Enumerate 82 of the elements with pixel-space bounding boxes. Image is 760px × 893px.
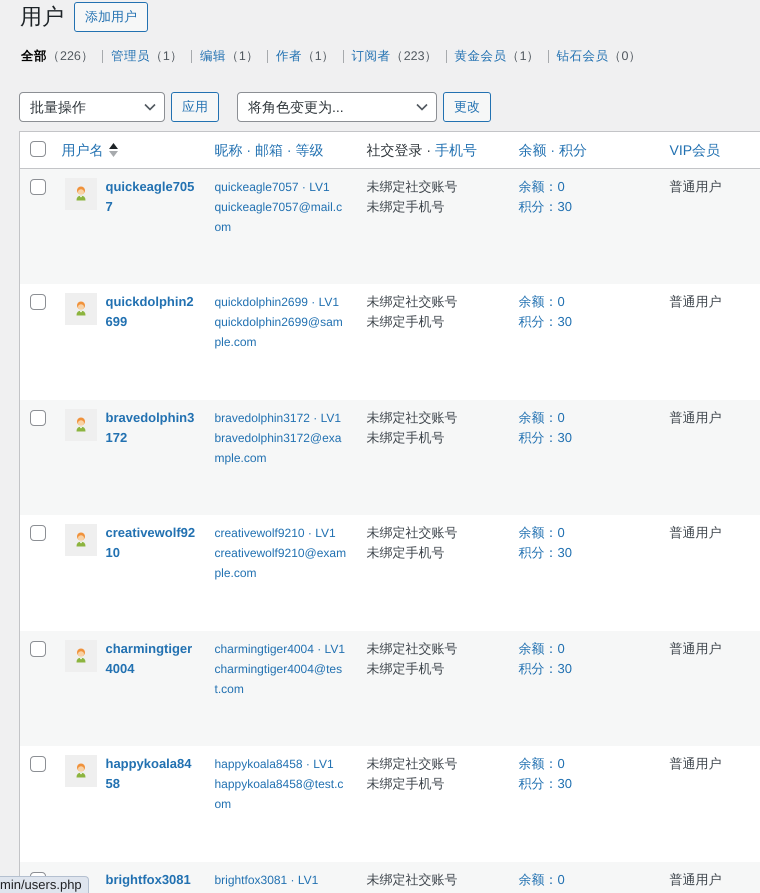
filter-link[interactable]: 黄金会员（1） <box>454 46 540 66</box>
filter-link[interactable]: 全部（226） <box>21 46 94 66</box>
binding-status-text: 未绑定手机号 <box>366 428 446 446</box>
balance-points-link[interactable]: 积分：30 <box>518 774 650 794</box>
binding-status-text: 未绑定社交账号 <box>366 293 458 311</box>
binding-status-text: 未绑定社交账号 <box>366 178 458 196</box>
link-preview-tooltip: min/users.php <box>0 876 89 893</box>
nickname-level-link[interactable]: happykoala8458 · LV1 <box>214 754 348 774</box>
email-link[interactable]: creativewolf9210@example.com <box>214 543 348 583</box>
binding-status-text: 未绑定社交账号 <box>366 524 458 542</box>
balance-points-link[interactable]: 余额：0 <box>518 177 650 197</box>
binding-status-text: 未绑定手机号 <box>366 775 446 793</box>
balance-points-link[interactable]: 积分：30 <box>518 312 650 332</box>
binding-status-text: 未绑定手机号 <box>366 313 446 331</box>
bulk-actions-dropdown[interactable]: 批量操作 <box>19 92 165 122</box>
page-title: 用户 <box>20 3 64 31</box>
email-link[interactable]: charmingtiger4004@test.com <box>214 658 348 698</box>
vip-level-text: 普通用户 <box>670 410 722 424</box>
binding-status-text: 未绑定社交账号 <box>366 408 458 426</box>
balance-points-link[interactable]: 余额：0 <box>518 870 650 890</box>
add-user-button[interactable]: 添加用户 <box>74 2 148 32</box>
binding-status-text: 未绑定手机号 <box>366 660 446 678</box>
chevron-down-icon <box>144 103 156 111</box>
change-role-dropdown[interactable]: 将角色变更为... <box>237 92 437 122</box>
balance-points-link[interactable]: 积分：30 <box>518 197 650 217</box>
username-link[interactable]: quickeagle7057 <box>106 177 198 217</box>
binding-status-text: 未绑定社交账号 <box>366 640 458 658</box>
row-checkbox[interactable] <box>30 294 46 310</box>
column-sort-link[interactable]: VIP会员 <box>670 140 720 160</box>
binding-status-text: 未绑定手机号 <box>366 198 446 216</box>
vip-level-text: 普通用户 <box>670 179 722 194</box>
balance-points-link[interactable]: 余额：0 <box>518 638 650 658</box>
binding-status-text: 未绑定社交账号 <box>366 870 458 888</box>
nickname-level-link[interactable]: quickeagle7057 · LV1 <box>214 177 348 197</box>
username-link[interactable]: bravedolphin3172 <box>106 408 198 448</box>
apply-button[interactable]: 应用 <box>171 92 219 122</box>
column-sort-link[interactable]: 昵称 · 邮箱 · 等级 <box>214 140 324 160</box>
balance-points-link[interactable]: 积分：30 <box>518 543 650 563</box>
column-sort-link[interactable]: 手机号 <box>434 140 477 160</box>
nickname-level-link[interactable]: quickdolphin2699 · LV1 <box>214 292 348 312</box>
balance-points-link[interactable]: 余额：0 <box>518 523 650 543</box>
nickname-level-link[interactable]: brightfox3081 · LV1 <box>214 870 348 890</box>
filter-link[interactable]: 订阅者（223） <box>352 46 438 66</box>
filter-link[interactable]: 作者（1） <box>276 46 335 66</box>
filter-link[interactable]: 管理员（1） <box>110 46 183 66</box>
email-link[interactable]: quickdolphin2699@sample.com <box>214 312 348 352</box>
row-checkbox[interactable] <box>30 756 46 772</box>
vip-level-text: 普通用户 <box>670 756 722 771</box>
filter-link[interactable]: 钻石会员（0） <box>556 46 642 66</box>
binding-status-text: 未绑定手机号 <box>366 544 446 562</box>
nickname-level-link[interactable]: creativewolf9210 · LV1 <box>214 523 348 543</box>
row-checkbox[interactable] <box>30 179 46 195</box>
email-link[interactable]: happykoala8458@test.com <box>214 774 348 814</box>
balance-points-link[interactable]: 积分：30 <box>518 658 650 678</box>
balance-points-link[interactable]: 余额：0 <box>518 754 650 774</box>
row-checkbox[interactable] <box>30 410 46 426</box>
username-link[interactable]: quickdolphin2699 <box>106 292 198 332</box>
column-sort-link[interactable]: 余额 · 积分 <box>518 140 587 160</box>
vip-level-text: 普通用户 <box>670 294 722 309</box>
balance-points-link[interactable]: 积分：30 <box>518 428 650 448</box>
email-link[interactable]: quickeagle7057@mail.com <box>214 197 348 237</box>
balance-points-link[interactable]: 余额：0 <box>518 292 650 312</box>
chevron-down-icon <box>416 103 428 111</box>
username-link[interactable]: happykoala8458 <box>106 754 198 794</box>
username-link[interactable]: brightfox3081 <box>106 870 198 890</box>
username-link[interactable]: charmingtiger4004 <box>106 638 198 678</box>
email-link[interactable]: bravedolphin3172@example.com <box>214 428 348 468</box>
binding-status-text: 未绑定社交账号 <box>366 755 458 773</box>
change-button[interactable]: 更改 <box>443 92 491 122</box>
vip-level-text: 普通用户 <box>670 640 722 656</box>
column-sort-link[interactable]: 用户名 <box>62 140 118 160</box>
filter-link[interactable]: 编辑（1） <box>200 46 259 66</box>
column-header: 社交登录 · <box>366 142 432 158</box>
username-link[interactable]: creativewolf9210 <box>106 523 198 563</box>
balance-points-link[interactable]: 余额：0 <box>518 408 650 428</box>
select-all-checkbox[interactable] <box>30 141 46 157</box>
vip-level-text: 普通用户 <box>670 872 722 886</box>
vip-level-text: 普通用户 <box>670 525 722 540</box>
row-checkbox[interactable] <box>30 525 46 541</box>
nickname-level-link[interactable]: bravedolphin3172 · LV1 <box>214 408 348 428</box>
row-checkbox[interactable] <box>30 640 46 656</box>
nickname-level-link[interactable]: charmingtiger4004 · LV1 <box>214 638 348 658</box>
